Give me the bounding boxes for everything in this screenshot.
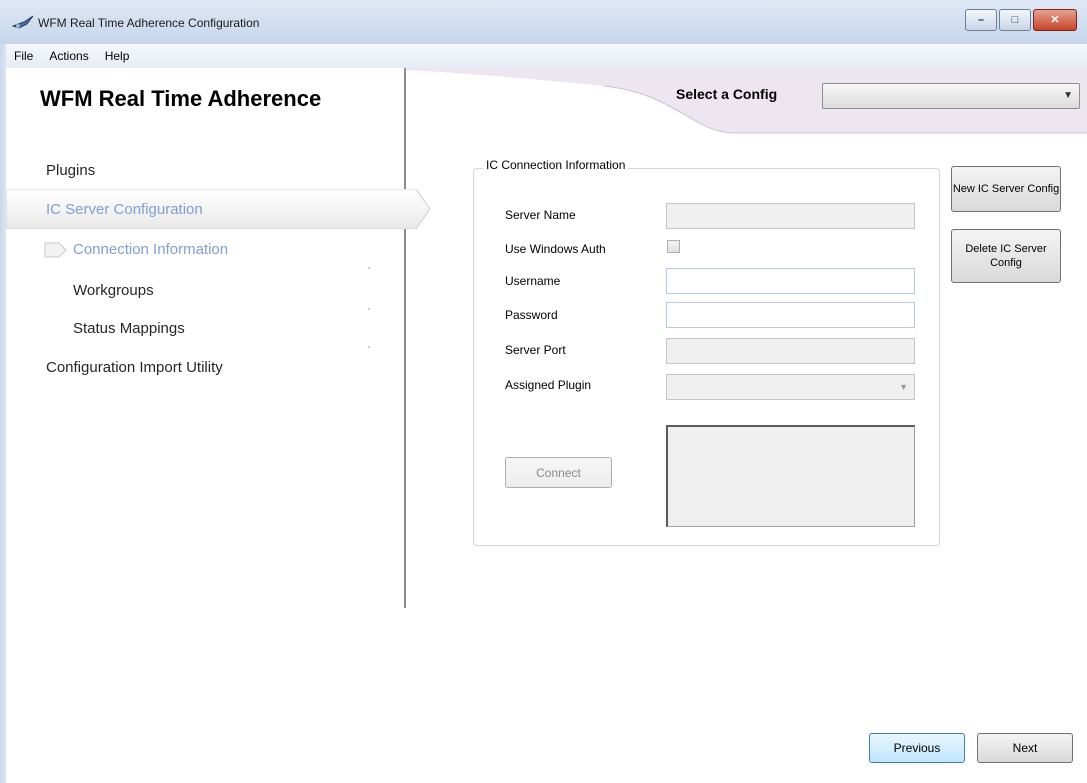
new-ic-server-config-button[interactable]: New IC Server Config <box>951 166 1061 212</box>
app-logo-icon <box>12 15 34 29</box>
select-config-label: Select a Config <box>676 86 778 102</box>
title-bar: WFM Real Time Adherence Configuration – … <box>0 0 1087 44</box>
server-name-field[interactable] <box>666 203 915 229</box>
server-name-label: Server Name <box>505 208 576 222</box>
close-icon: ✕ <box>1050 14 1060 26</box>
nav-separator-dot <box>368 267 370 269</box>
close-button[interactable]: ✕ <box>1033 9 1077 31</box>
nav-item-connection-information[interactable]: Connection Information <box>73 241 228 258</box>
minimize-button[interactable]: – <box>965 9 997 31</box>
menu-file[interactable]: File <box>6 44 41 68</box>
nav-item-plugins[interactable]: Plugins <box>46 162 95 179</box>
nav-separator-dot <box>368 308 370 310</box>
connect-button[interactable]: Connect <box>505 457 612 488</box>
use-windows-auth-label: Use Windows Auth <box>505 242 606 256</box>
minimize-icon: – <box>977 14 985 26</box>
nav-item-workgroups[interactable]: Workgroups <box>73 282 154 299</box>
chevron-down-icon: ▼ <box>899 382 908 392</box>
arrow-right-icon <box>44 242 67 258</box>
window-title: WFM Real Time Adherence Configuration <box>38 16 260 30</box>
password-field[interactable] <box>666 302 915 328</box>
maximize-icon: □ <box>1011 14 1019 26</box>
delete-ic-server-config-button[interactable]: Delete IC Server Config <box>951 229 1061 283</box>
assigned-plugin-label: Assigned Plugin <box>505 378 592 392</box>
server-port-field[interactable] <box>666 338 915 364</box>
app-title: WFM Real Time Adherence <box>40 86 322 111</box>
ic-connection-legend: IC Connection Information <box>483 158 629 172</box>
connection-output-box <box>666 425 915 527</box>
menu-actions[interactable]: Actions <box>41 44 96 68</box>
previous-button[interactable]: Previous <box>869 733 965 763</box>
username-label: Username <box>505 274 561 288</box>
nav-item-configuration-import-utility[interactable]: Configuration Import Utility <box>46 359 223 376</box>
next-button[interactable]: Next <box>977 733 1073 763</box>
window-controls: – □ ✕ <box>963 9 1077 31</box>
nav-item-ic-server-configuration[interactable]: IC Server Configuration <box>46 201 203 218</box>
nav-item-status-mappings[interactable]: Status Mappings <box>73 320 185 337</box>
chevron-down-icon: ▼ <box>1063 90 1073 101</box>
select-config-dropdown[interactable]: ▼ <box>822 83 1080 109</box>
maximize-button[interactable]: □ <box>999 9 1031 31</box>
menu-help[interactable]: Help <box>97 44 138 68</box>
assigned-plugin-dropdown[interactable]: ▼ <box>666 374 915 400</box>
menu-bar: File Actions Help <box>6 44 1087 68</box>
use-windows-auth-checkbox[interactable] <box>667 240 680 253</box>
window-frame-left <box>0 44 6 783</box>
server-port-label: Server Port <box>505 343 566 357</box>
password-label: Password <box>505 308 558 322</box>
username-field[interactable] <box>666 268 915 294</box>
nav-separator-dot <box>368 346 370 348</box>
nav-divider <box>404 68 406 608</box>
